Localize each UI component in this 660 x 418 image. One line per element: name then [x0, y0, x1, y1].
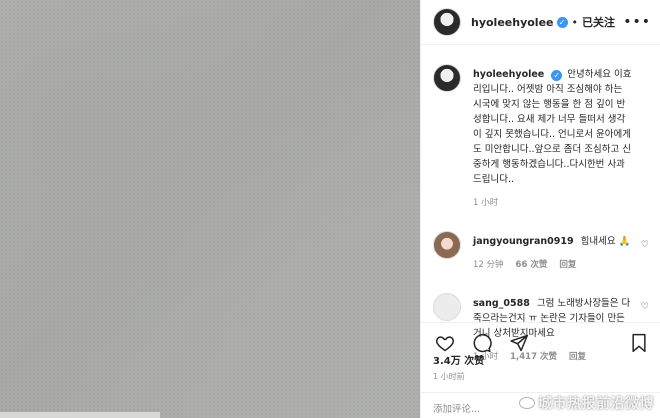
post-timestamp[interactable]: 1 小时前: [433, 371, 465, 382]
avatar[interactable]: [433, 8, 461, 36]
caption-meta: 1 小时: [473, 196, 633, 211]
comment-item: jangyoungran0919 힘내세요 🙏 12 分钟 66 次赞 回复 ♡: [421, 223, 660, 273]
comment-time[interactable]: 12 分钟: [473, 258, 504, 273]
caption-time[interactable]: 1 小时: [473, 196, 498, 211]
photo-bottom-strip: [0, 412, 160, 418]
separator-dot: •: [571, 15, 579, 29]
caption-text: 안녕하세요 이효리입니다.. 어젯밤 아직 조심해야 하는 시국에 맞지 않는 …: [473, 69, 632, 185]
heart-icon[interactable]: ♡: [641, 240, 649, 250]
reply-button[interactable]: 回复: [559, 258, 576, 273]
header-username[interactable]: hyoleehyolee: [471, 16, 554, 29]
caption-username[interactable]: hyoleehyolee: [473, 69, 544, 80]
bookmark-icon[interactable]: [627, 331, 651, 355]
comment-text: 힘내세요 🙏: [580, 236, 631, 247]
more-options-icon[interactable]: •••: [623, 14, 651, 30]
heart-icon[interactable]: ♡: [641, 302, 649, 312]
verified-badge-icon: ✓: [551, 70, 563, 81]
comment-username[interactable]: sang_0588: [473, 298, 530, 309]
share-icon[interactable]: [507, 331, 531, 355]
watermark-text: 城市热报前沿微博: [538, 396, 654, 412]
likes-count[interactable]: 3.4万 次赞: [433, 352, 484, 367]
avatar[interactable]: [433, 231, 461, 259]
comment-meta: 12 分钟 66 次赞 回复: [473, 258, 633, 273]
comment-username[interactable]: jangyoungran0919: [473, 236, 574, 247]
post-header: hyoleehyolee ✓ • 已关注 •••: [421, 0, 660, 45]
verified-badge-icon: ✓: [556, 16, 568, 28]
caption: hyoleehyolee ✓ 안녕하세요 이효리입니다.. 어젯밤 아직 조심해야 …: [421, 56, 660, 211]
avatar[interactable]: [433, 293, 461, 321]
follow-button[interactable]: 已关注: [582, 14, 615, 30]
avatar[interactable]: [433, 64, 461, 92]
post-detail-panel: hyoleehyolee ✓ • 已关注 ••• hyoleehyolee ✓ 안녕…: [420, 0, 660, 418]
comment-likes[interactable]: 66 次赞: [516, 258, 548, 273]
watermark: 城市热报前沿微博: [519, 393, 654, 413]
weibo-logo-icon: [519, 397, 535, 409]
post-photo: [0, 0, 420, 418]
